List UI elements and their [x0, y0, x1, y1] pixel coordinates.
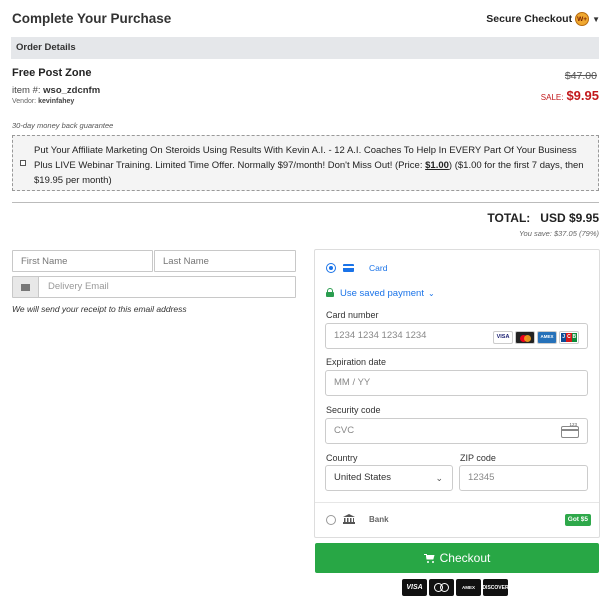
upsell-checkbox[interactable] [20, 160, 26, 166]
security-code-placeholder: CVC [334, 425, 355, 436]
upsell-offer: Put Your Affiliate Marketing On Steroids… [12, 135, 599, 191]
product-name: Free Post Zone [12, 67, 92, 79]
bank-icon [343, 514, 355, 524]
shopping-cart-icon [423, 553, 435, 563]
zip-code-placeholder: 12345 [468, 472, 495, 483]
card-number-label: Card number [326, 310, 379, 320]
visa-icon: VISA [493, 331, 513, 344]
envelope-icon [13, 277, 39, 297]
total-amount: USD $9.95 [540, 211, 599, 225]
expiration-placeholder: MM / YY [334, 377, 371, 388]
first-name-input[interactable] [12, 250, 153, 272]
chevron-down-icon: ▼ [592, 14, 600, 24]
checkout-header: Complete Your Purchase Secure Checkout W… [12, 10, 602, 30]
order-total: TOTAL: USD $9.95 [487, 211, 599, 225]
receipt-note: We will send your receipt to this email … [12, 304, 187, 314]
checkout-button[interactable]: Checkout [315, 543, 599, 573]
checkout-button-label: Checkout [439, 551, 491, 565]
zip-code-label: ZIP code [460, 453, 496, 463]
item-prefix: item #: [12, 85, 41, 96]
user-avatar-badge: W+ [575, 12, 590, 26]
jcb-icon: JCB [559, 331, 579, 344]
mastercard-icon [515, 331, 535, 344]
secure-checkout-menu[interactable]: Secure Checkout W+ ▼ [486, 12, 600, 26]
saved-payment-label: Use saved payment [340, 288, 424, 299]
divider [315, 502, 599, 503]
page-title: Complete Your Purchase [12, 11, 172, 26]
amex-icon: AMEX [537, 331, 557, 344]
card-option-label[interactable]: Card [369, 263, 387, 273]
visa-logo: VISA [402, 579, 427, 596]
savings-text: You save: $37.05 (79%) [518, 229, 599, 238]
country-label: Country [326, 453, 358, 463]
bank-bonus-badge: Got $5 [564, 514, 591, 526]
sale-label: SALE: [540, 93, 564, 102]
last-name-input[interactable] [154, 250, 296, 272]
chevron-down-icon: ⌄ [435, 473, 443, 483]
expiration-label: Expiration date [326, 357, 387, 367]
vendor-name: kevinfahey [38, 98, 75, 105]
use-saved-payment-link[interactable]: Use saved payment ⌄ [340, 288, 435, 299]
bank-radio[interactable] [326, 515, 336, 525]
country-select[interactable]: United States ⌄ [325, 465, 453, 491]
security-code-label: Security code [326, 405, 381, 415]
original-price: $47.00 [564, 70, 597, 82]
sale-amount: $9.95 [566, 88, 599, 103]
email-field[interactable]: Delivery Email [12, 276, 296, 298]
sale-price: SALE: $9.95 [541, 88, 599, 103]
vendor-line: Vendor: kevinfahey [12, 98, 74, 105]
divider [12, 202, 599, 203]
credit-card-icon [343, 264, 354, 272]
card-number-placeholder: 1234 1234 1234 1234 [334, 330, 427, 341]
amex-logo: AMEX [456, 579, 481, 596]
expiration-input[interactable]: MM / YY [325, 370, 588, 396]
item-id: wso_zdcnfm [43, 85, 101, 96]
card-radio[interactable] [326, 263, 336, 273]
zip-code-input[interactable]: 12345 [459, 465, 588, 491]
upsell-price: $1.00 [425, 160, 449, 171]
bank-option-label[interactable]: Bank [369, 515, 389, 524]
total-label: TOTAL: [487, 211, 531, 225]
security-code-input[interactable]: CVC [325, 413, 588, 444]
item-number: item #: wso_zdcnfm [12, 85, 100, 96]
accepted-payment-logos: VISA AMEX DISCOVER [402, 579, 509, 596]
card-brand-icons: VISA AMEX JCB [493, 331, 579, 344]
card-number-input[interactable]: 1234 1234 1234 1234 VISA AMEX JCB [325, 323, 588, 349]
chevron-down-icon: ⌄ [427, 289, 435, 298]
order-details-heading: Order Details [11, 37, 599, 59]
lock-icon [326, 288, 334, 297]
country-value: United States [334, 472, 392, 483]
mastercard-logo [429, 579, 454, 596]
email-placeholder: Delivery Email [48, 281, 109, 292]
secure-checkout-label: Secure Checkout [486, 13, 573, 25]
payment-panel: Card Use saved payment ⌄ Card number 1234… [314, 249, 600, 538]
cvc-card-icon [561, 413, 579, 438]
discover-logo: DISCOVER [482, 579, 509, 596]
money-back-guarantee: 30-day money back guarantee [12, 121, 114, 130]
vendor-prefix: Vendor: [12, 98, 37, 105]
